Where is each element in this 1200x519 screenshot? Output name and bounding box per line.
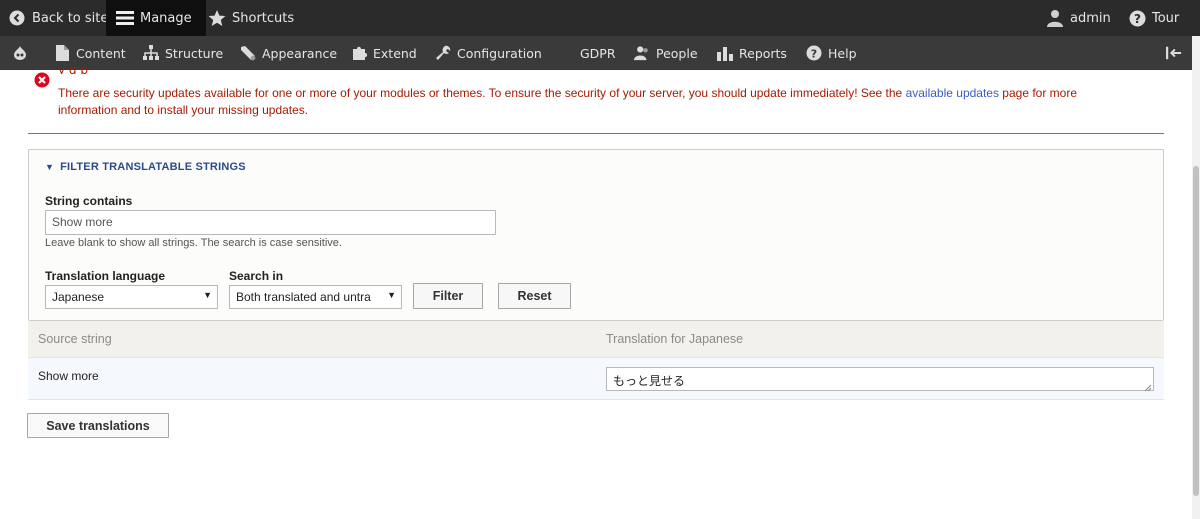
message-divider xyxy=(28,133,1164,134)
available-updates-link[interactable]: available updates xyxy=(906,86,999,100)
error-icon xyxy=(34,72,50,88)
save-translations-button[interactable]: Save translations xyxy=(27,413,169,438)
shortcuts-label: Shortcuts xyxy=(232,10,295,26)
scrollbar-thumb[interactable] xyxy=(1193,166,1199,496)
filter-button[interactable]: Filter xyxy=(413,283,483,309)
svg-text:?: ? xyxy=(1134,12,1141,26)
wrench-icon xyxy=(435,45,451,61)
back-to-site-link[interactable]: Back to site xyxy=(8,0,108,36)
paintbrush-icon xyxy=(240,45,256,61)
message-text-start: There are security updates available for… xyxy=(58,86,906,100)
menu-label-configuration: Configuration xyxy=(457,45,542,61)
menu-label-people: People xyxy=(656,45,698,61)
translation-value: もっと見せる xyxy=(613,374,686,388)
filter-toggle[interactable]: ▼ FILTER TRANSLATABLE STRINGS xyxy=(45,161,246,173)
menu-item-help[interactable]: ? Help xyxy=(806,36,857,70)
page-scrollbar[interactable] xyxy=(1192,36,1200,519)
menu-item-reports[interactable]: Reports xyxy=(717,36,787,70)
error-messages: y g p There are security updates availab… xyxy=(28,64,1164,134)
source-string-cell: Show more xyxy=(38,369,99,383)
string-contains-input[interactable]: Show more xyxy=(45,210,496,235)
table-header: Source string Translation for Japanese xyxy=(28,321,1164,358)
translation-language-value: Japanese xyxy=(52,290,105,304)
hamburger-icon xyxy=(116,9,134,27)
tour-label: Tour xyxy=(1152,10,1180,26)
triangle-down-icon: ▼ xyxy=(45,162,55,172)
menu-item-appearance[interactable]: Appearance xyxy=(240,36,337,70)
admin-user-tab[interactable]: admin xyxy=(1046,0,1111,36)
string-contains-label: String contains xyxy=(45,194,133,208)
translation-textarea[interactable]: もっと見せる xyxy=(606,367,1154,392)
manage-label: Manage xyxy=(140,10,192,26)
drupal-logo-icon xyxy=(12,45,28,61)
translation-language-label: Translation language xyxy=(45,269,166,283)
tour-button[interactable]: ? Tour xyxy=(1128,0,1179,36)
menu-label-reports: Reports xyxy=(739,45,787,61)
manage-tab[interactable]: Manage xyxy=(106,0,206,36)
menu-label-gdpr: GDPR xyxy=(580,45,616,61)
user-icon xyxy=(1046,9,1064,27)
document-icon xyxy=(54,45,70,61)
admin-menu-tray: Content Structure Appearance Extend Conf… xyxy=(0,36,1192,70)
menu-item-people[interactable]: People xyxy=(634,36,698,70)
admin-label: admin xyxy=(1070,10,1111,26)
menu-item-extend[interactable]: Extend xyxy=(351,36,417,70)
puzzle-icon xyxy=(351,45,367,61)
column-header-translation: Translation for Japanese xyxy=(606,332,744,346)
collapse-arrow-icon xyxy=(1166,45,1182,61)
translation-language-select[interactable]: Japanese ▼ xyxy=(45,285,218,309)
menu-item-gdpr[interactable]: GDPR xyxy=(580,36,616,70)
collapse-tray-button[interactable] xyxy=(1166,36,1188,70)
resize-grip-icon[interactable] xyxy=(1144,381,1152,392)
search-in-label: Search in xyxy=(229,269,284,283)
back-arrow-icon xyxy=(8,9,26,27)
menu-item-structure[interactable]: Structure xyxy=(143,36,223,70)
string-contains-help: Leave blank to show all strings. The sea… xyxy=(45,237,342,249)
filter-fieldset: ▼ FILTER TRANSLATABLE STRINGS String cont… xyxy=(28,149,1164,321)
shortcuts-tab[interactable]: Shortcuts xyxy=(208,0,294,36)
select-arrow-icon: ▼ xyxy=(203,290,212,300)
drupal-logo-link[interactable] xyxy=(12,36,34,70)
menu-label-content: Content xyxy=(76,45,126,61)
svg-text:?: ? xyxy=(811,48,817,61)
search-in-value: Both translated and untra xyxy=(236,290,371,304)
column-header-source: Source string xyxy=(38,332,112,346)
question-icon: ? xyxy=(1128,9,1146,27)
table-row: Show more もっと見せる xyxy=(28,358,1164,400)
people-icon xyxy=(634,45,650,61)
menu-label-extend: Extend xyxy=(373,45,417,61)
help-icon: ? xyxy=(806,45,822,61)
menu-label-structure: Structure xyxy=(165,45,224,61)
menu-label-appearance: Appearance xyxy=(262,45,338,61)
menu-item-configuration[interactable]: Configuration xyxy=(435,36,542,70)
menu-label-help: Help xyxy=(828,45,857,61)
back-to-site-label: Back to site xyxy=(32,10,109,26)
filter-title-label: FILTER TRANSLATABLE STRINGS xyxy=(60,161,246,173)
select-arrow-icon: ▼ xyxy=(385,290,396,300)
star-icon xyxy=(208,9,226,27)
admin-toolbar: Back to site Manage Shortcuts admin ? To… xyxy=(0,0,1200,36)
search-in-select[interactable]: Both translated and untra ▼ xyxy=(229,285,402,309)
sitemap-icon xyxy=(143,45,159,61)
bar-chart-icon xyxy=(717,45,733,61)
reset-button[interactable]: Reset xyxy=(498,283,571,309)
security-update-message: There are security updates available for… xyxy=(58,85,1138,119)
error-message-cut-off: y g p xyxy=(58,64,88,74)
